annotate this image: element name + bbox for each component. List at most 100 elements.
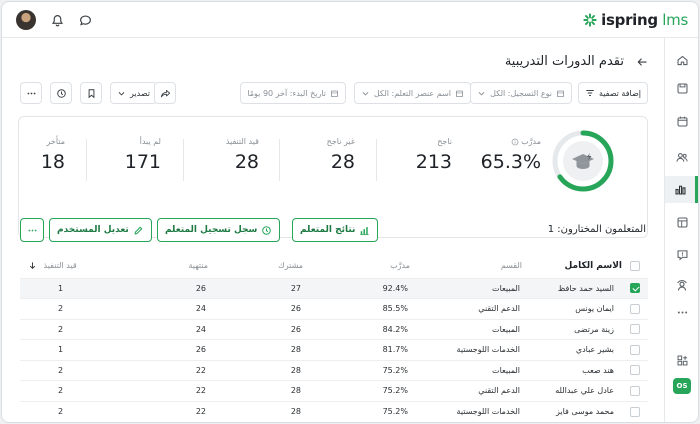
- start-date-filter[interactable]: تاريخ البدء: آخر 90 يومًا: [240, 82, 346, 104]
- calendar-icon: [331, 90, 338, 97]
- enrollment-log-button[interactable]: سجل تسجيل المتعلم: [157, 218, 281, 242]
- cell-enrolled: 27: [208, 277, 303, 299]
- logo-mark-icon: [583, 13, 597, 27]
- learner-element-label: اسم عنصر التعلم: الكل: [373, 88, 451, 98]
- cell-enrolled: 28: [208, 339, 303, 360]
- cell-in-progress: 2: [20, 380, 112, 401]
- header-select-all[interactable]: [622, 254, 648, 278]
- back-arrow-icon[interactable]: [636, 56, 648, 71]
- stat-late: متأخر 18: [41, 137, 65, 173]
- stat-trained: مدرَّب 65.3%: [481, 137, 541, 173]
- pencil-icon: [134, 226, 143, 234]
- save-icon[interactable]: [670, 76, 694, 100]
- cell-department: الدعم التقني: [410, 298, 522, 319]
- header-full-name[interactable]: الاسم الكامل: [522, 254, 622, 278]
- courses-icon[interactable]: [670, 210, 694, 234]
- table-row[interactable]: 1 26 28 81.7% الخدمات اللوجستية بشير عبادي: [20, 339, 648, 360]
- chat-icon[interactable]: [75, 10, 95, 30]
- table-row[interactable]: 2 24 26 85.5% الدعم التقني ايمان يونس: [20, 298, 648, 319]
- share-icon[interactable]: [154, 82, 176, 104]
- row-checkbox[interactable]: [630, 303, 640, 314]
- cell-in-progress: 1: [20, 277, 112, 299]
- cell-select[interactable]: [622, 380, 648, 401]
- table-body: 1 26 27 92.4% المبيعات السيد حمد حافظ 2 24 26 85.…: [20, 277, 648, 422]
- add-filter-label: إضافة تصفية: [598, 88, 641, 98]
- top-bar: ispring lms: [2, 2, 698, 38]
- table-header-row: قيد التنفيذ منتهية مشترك مدرَّب القسم ال…: [20, 254, 648, 278]
- more-actions-icon[interactable]: [20, 218, 44, 242]
- row-checkbox[interactable]: [630, 406, 640, 417]
- help-icon[interactable]: [670, 242, 694, 266]
- table-row[interactable]: 2 22 28 75.2% الخدمات اللوجستية محمد موسى فاي…: [20, 400, 648, 422]
- cell-trained: 85.5%: [303, 298, 410, 319]
- row-checkbox[interactable]: [630, 365, 640, 376]
- bookmark-icon[interactable]: [80, 82, 102, 104]
- reports-icon[interactable]: [665, 176, 698, 203]
- row-checkbox[interactable]: [630, 385, 640, 396]
- cell-select[interactable]: [622, 298, 648, 319]
- stat-in-progress: قيد التنفيذ 28: [226, 137, 259, 173]
- cell-select[interactable]: [622, 339, 648, 360]
- stat-trained-value: 65.3%: [480, 151, 541, 173]
- chevron-down-icon: [362, 91, 369, 96]
- edit-user-button[interactable]: تعديل المستخدم: [49, 218, 152, 242]
- cell-in-progress: 2: [20, 400, 112, 422]
- add-filter-button[interactable]: إضافة تصفية: [577, 82, 648, 104]
- header-enrolled[interactable]: مشترك: [208, 254, 303, 278]
- stat-late-label: متأخر: [46, 137, 66, 146]
- cell-department: الدعم التقني: [410, 380, 522, 401]
- learners-table: قيد التنفيذ منتهية مشترك مدرَّب القسم ال…: [20, 254, 648, 422]
- filter-icon: [586, 90, 594, 96]
- row-checkbox[interactable]: [630, 283, 640, 294]
- cell-select[interactable]: [622, 359, 648, 381]
- row-checkbox[interactable]: [630, 324, 640, 335]
- more-options-icon[interactable]: [20, 82, 42, 104]
- trained-progress-ring: [552, 130, 614, 192]
- more-icon[interactable]: [670, 300, 694, 324]
- stat-failed: غير ناجح 28: [327, 137, 355, 173]
- account-badge[interactable]: OS: [673, 378, 691, 394]
- stat-in-progress-value: 28: [234, 151, 259, 173]
- info-icon[interactable]: [511, 138, 519, 146]
- learner-element-filter[interactable]: اسم عنصر التعلم: الكل: [353, 82, 471, 104]
- table-row[interactable]: 2 22 28 75.2% الدعم التقني عادل علي عبدالله: [20, 380, 648, 401]
- selected-learners-count: المتعلمون المختارون: 1: [547, 224, 646, 235]
- users-icon[interactable]: [670, 145, 694, 169]
- header-completed[interactable]: منتهية: [112, 254, 208, 278]
- learner-results-button[interactable]: نتائج المتعلم: [292, 218, 379, 242]
- cell-enrolled: 28: [208, 359, 303, 381]
- sort-arrow-icon[interactable]: [28, 261, 37, 270]
- row-checkbox[interactable]: [630, 344, 640, 355]
- header-department[interactable]: القسم: [410, 254, 522, 278]
- stat-failed-label: غير ناجح: [326, 137, 355, 146]
- home-icon[interactable]: [670, 48, 694, 72]
- export-button[interactable]: تصدير: [110, 82, 158, 104]
- cell-select[interactable]: [622, 277, 648, 299]
- cell-full-name: هند صعب: [522, 359, 622, 381]
- stat-passed-value: 213: [415, 151, 452, 173]
- header-trained[interactable]: مدرَّب: [303, 254, 410, 278]
- cell-in-progress: 2: [20, 359, 112, 381]
- stat-trained-label: مدرَّب: [481, 137, 541, 146]
- calendar-icon: [557, 90, 564, 97]
- header-in-progress[interactable]: قيد التنفيذ: [20, 254, 112, 278]
- logo-text: ispring lms: [601, 11, 688, 29]
- table-row[interactable]: 1 26 27 92.4% المبيعات السيد حمد حافظ: [20, 277, 648, 299]
- cell-select[interactable]: [622, 318, 648, 340]
- cell-select[interactable]: [622, 400, 648, 422]
- cell-completed: 26: [112, 339, 208, 360]
- stat-late-value: 18: [40, 151, 65, 173]
- clock-icon[interactable]: [50, 82, 72, 104]
- add-app-icon[interactable]: [670, 348, 694, 372]
- calendar-icon[interactable]: [670, 109, 694, 133]
- avatar[interactable]: [16, 10, 36, 30]
- cell-full-name: عادل علي عبدالله: [522, 380, 622, 401]
- team-icon[interactable]: [670, 274, 694, 298]
- registration-type-filter[interactable]: نوع التسجيل: الكل: [470, 82, 572, 104]
- select-all-checkbox[interactable]: [630, 260, 640, 271]
- table-row[interactable]: 2 24 26 84.2% المبيعات زينة مرتضى: [20, 318, 648, 340]
- bell-icon[interactable]: [47, 10, 67, 30]
- table-row[interactable]: 2 22 28 75.2% المبيعات هند صعب: [20, 359, 648, 381]
- cell-department: المبيعات: [410, 318, 522, 340]
- cell-enrolled: 28: [208, 380, 303, 401]
